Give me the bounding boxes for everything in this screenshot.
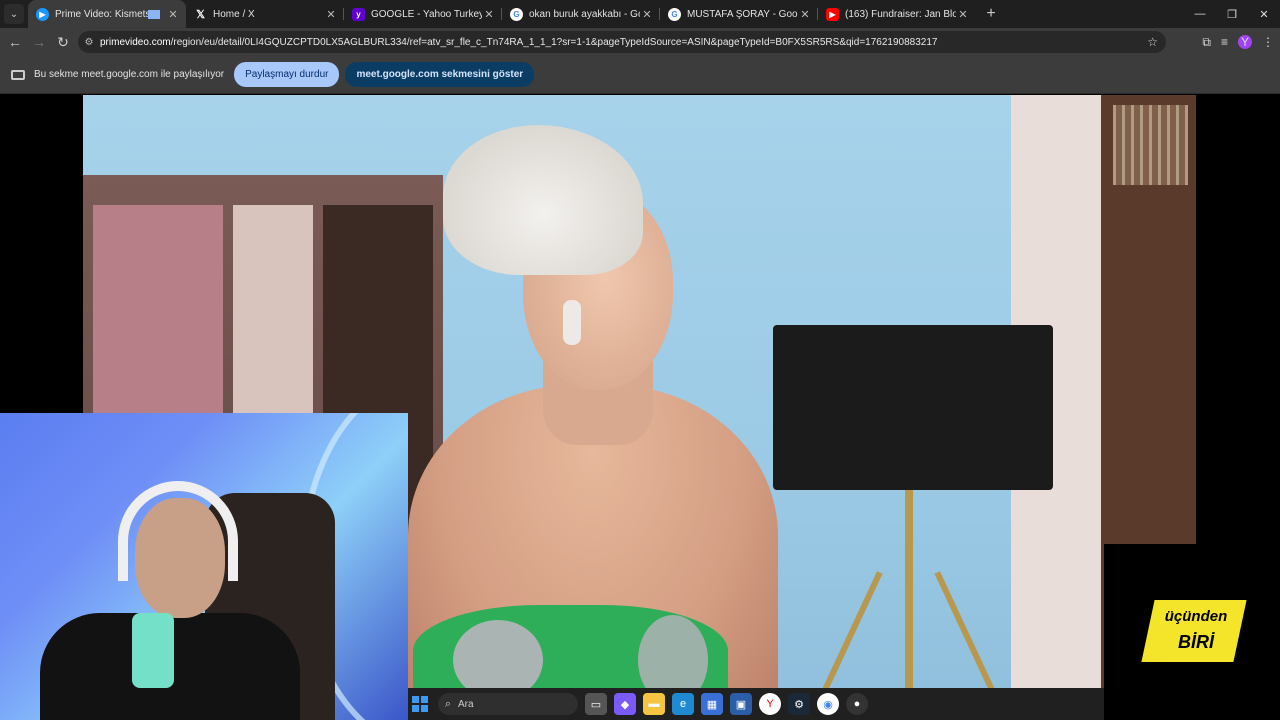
tab-title: MUSTAFA ŞORAY - Google'da Ara [687,8,798,20]
media-controls-icon[interactable]: ≡ [1221,35,1228,49]
extensions-icon[interactable]: ⧉ [1202,35,1211,50]
tab-title: Prime Video: Kismetse Olur [55,8,148,20]
forward-icon[interactable]: → [27,34,51,50]
bookmark-star-icon[interactable]: ☆ [1147,35,1158,49]
earring [563,300,581,345]
url-path: /region/eu/detail/0LI4GQUZCPTD0LX5AGLBUR… [170,36,938,48]
webcam-overlay [0,413,408,720]
tab-google-mustafa[interactable]: G MUSTAFA ŞORAY - Google'da Ara ✕ [660,0,818,28]
chrome-icon[interactable]: ◉ [817,693,839,715]
tab-title: Home / X [213,8,255,20]
logo-line-1: üçünden [1164,608,1228,625]
url-text: primevideo.com/region/eu/detail/0LI4GQUZ… [100,37,937,48]
lamp-stand [905,490,913,720]
stop-sharing-button[interactable]: Paylaşmayı durdur [234,62,340,87]
close-icon[interactable]: ✕ [798,8,812,21]
tab-google-okan[interactable]: G okan buruk ayakkabı - Google'da ✕ [502,0,660,28]
show-meet-tab-button[interactable]: meet.google.com sekmesini göster [345,62,535,87]
window-controls: — ❐ ✕ [1184,0,1280,28]
tab-title: okan buruk ayakkabı - Google'da [529,8,640,20]
restore-icon[interactable]: ❐ [1216,0,1248,28]
url-host: primevideo.com [100,36,171,48]
lamp-shade [773,325,1053,490]
task-view-icon[interactable]: ▭ [585,693,607,715]
cast-icon [148,9,160,19]
minimize-icon[interactable]: — [1184,0,1216,28]
browser-toolbar: ← → ↻ ⚙ primevideo.com/region/eu/detail/… [0,28,1280,56]
back-icon[interactable]: ← [3,34,27,50]
sharing-status-text: Bu sekme meet.google.com ile paylaşılıyo… [34,69,225,80]
copilot-icon[interactable]: ◆ [614,693,636,715]
logo-line-2: BİRİ [1178,632,1214,652]
store-icon[interactable]: ▦ [701,693,723,715]
yahoo-icon: y [352,7,365,21]
youtube-icon: ▶ [826,7,839,21]
prime-video-icon: ▶ [36,7,49,21]
taskbar-search-placeholder: Ara [458,698,474,710]
tab-x[interactable]: 𝕏 Home / X ✕ [186,0,344,28]
close-icon[interactable]: ✕ [166,8,180,21]
google-icon: G [510,7,523,21]
windows-taskbar: ⌕ Ara ▭ ◆ ▬ e ▦ ▣ Y ⚙ ◉ ● [408,688,1104,720]
search-icon: ⌕ [444,697,452,710]
tab-sharing-bar: Bu sekme meet.google.com ile paylaşılıyo… [0,56,1280,94]
channel-logo: üçünden BİRİ [1104,544,1280,720]
microphone [132,613,174,688]
google-icon: G [668,7,681,21]
tab-search-button[interactable]: ⌄ [4,4,24,24]
taskbar-search[interactable]: ⌕ Ara [438,693,578,715]
obs-icon[interactable]: ● [846,693,868,715]
x-icon: 𝕏 [196,8,205,21]
app-icon[interactable]: ▣ [730,693,752,715]
reload-icon[interactable]: ↻ [51,34,75,51]
close-window-icon[interactable]: ✕ [1248,0,1280,28]
person-hair [443,125,643,275]
close-icon[interactable]: ✕ [482,8,496,21]
tab-yahoo[interactable]: y GOOGLE - Yahoo Turkey Arama ✕ [344,0,502,28]
steam-icon[interactable]: ⚙ [788,693,810,715]
close-icon[interactable]: ✕ [956,8,970,21]
menu-icon[interactable]: ⋮ [1262,35,1274,49]
new-tab-button[interactable]: + [980,5,1002,23]
screen-share-icon [11,69,25,80]
tab-title: (163) Fundraiser: Jan Blomqvist [845,8,956,20]
edge-icon[interactable]: e [672,693,694,715]
file-explorer-icon[interactable]: ▬ [643,693,665,715]
tab-title: GOOGLE - Yahoo Turkey Arama [371,8,482,20]
toolbar-actions: ⧉ ≡ Y ⋮ [1202,28,1274,56]
close-icon[interactable]: ✕ [324,8,338,21]
tab-youtube[interactable]: ▶ (163) Fundraiser: Jan Blomqvist ✕ [818,0,976,28]
address-bar[interactable]: ⚙ primevideo.com/region/eu/detail/0LI4GQ… [78,31,1166,53]
start-button[interactable] [412,696,428,712]
site-info-icon[interactable]: ⚙ [78,37,100,48]
profile-avatar[interactable]: Y [1238,35,1252,49]
yandex-icon[interactable]: Y [759,693,781,715]
tab-strip: ⌄ ▶ Prime Video: Kismetse Olur ✕ 𝕏 Home … [0,0,1280,28]
close-icon[interactable]: ✕ [640,8,654,21]
tab-prime-video[interactable]: ▶ Prime Video: Kismetse Olur ✕ [28,0,186,28]
